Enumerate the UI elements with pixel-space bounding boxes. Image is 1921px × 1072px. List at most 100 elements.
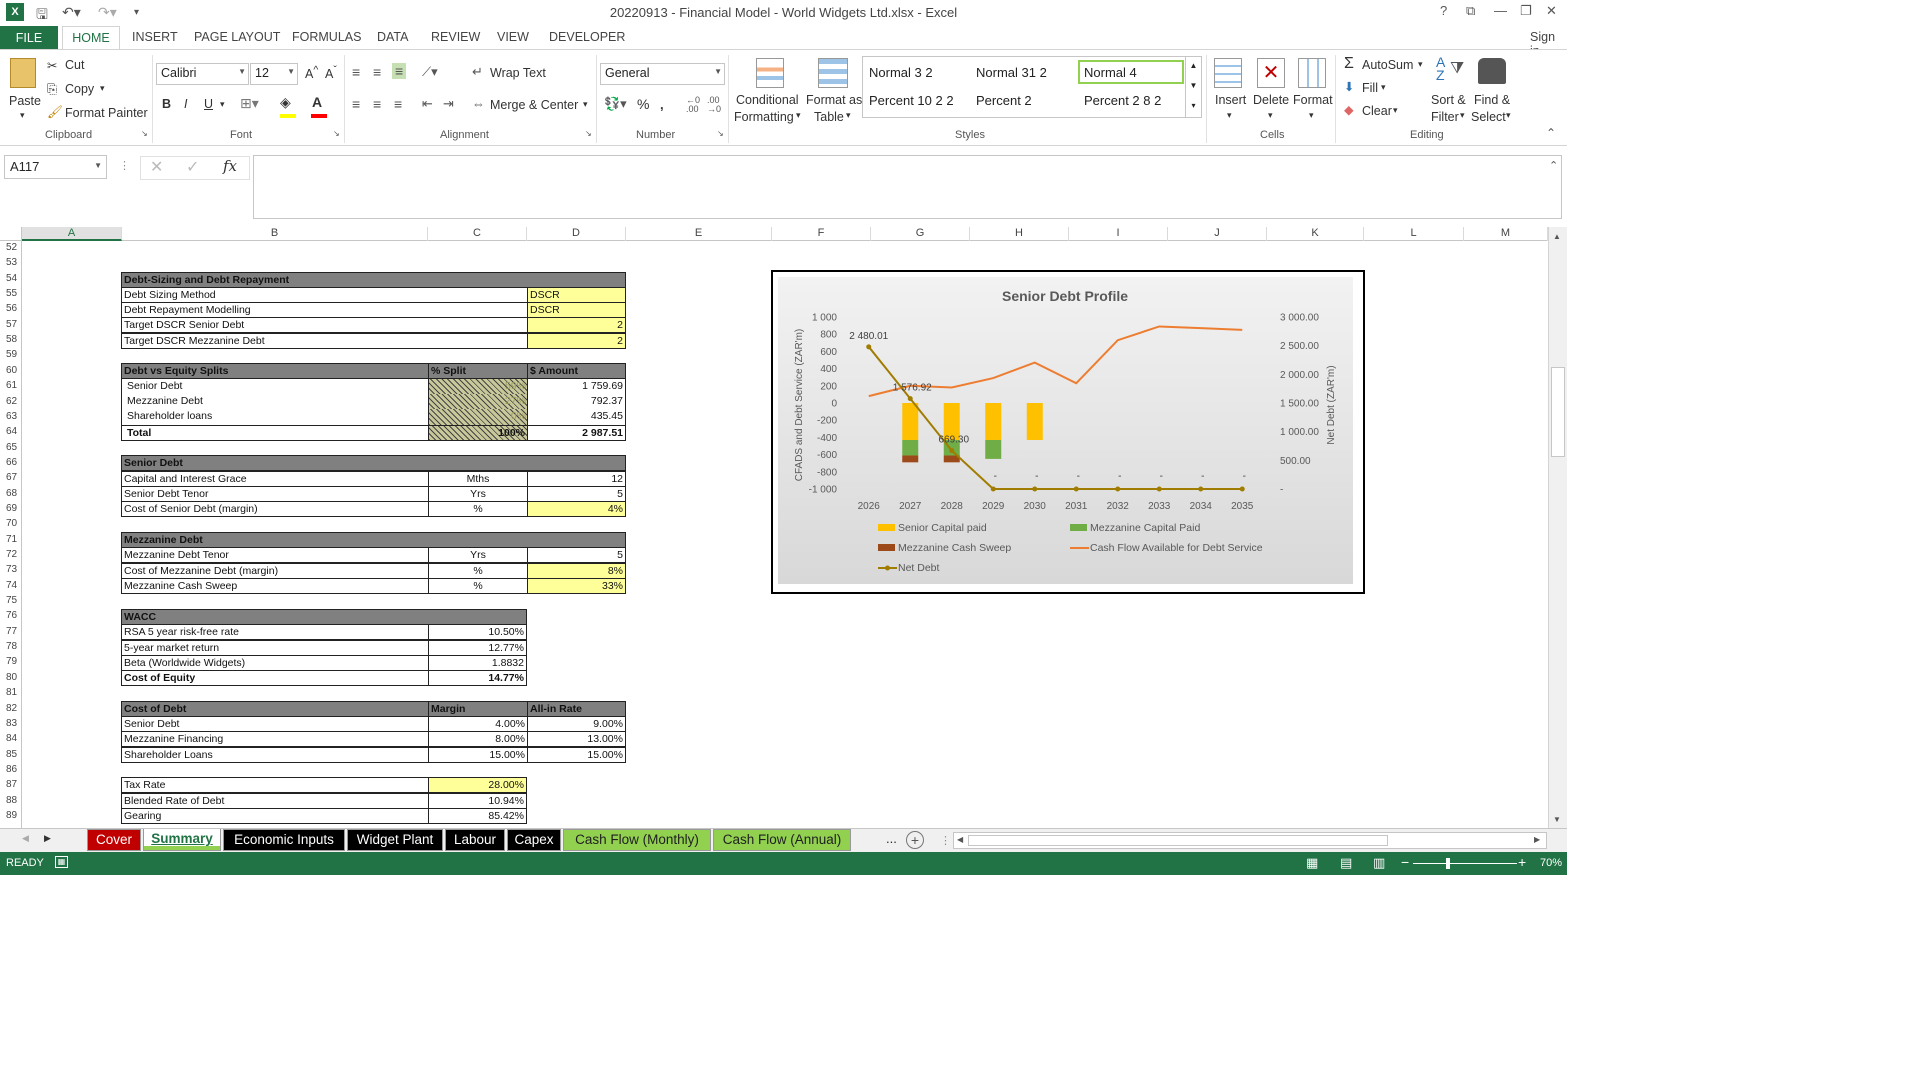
paste-icon[interactable] <box>10 58 36 88</box>
tab-review[interactable]: REVIEW <box>431 30 480 44</box>
col-header-m[interactable]: M <box>1464 227 1548 241</box>
accounting-format-icon[interactable]: 💱▾ <box>604 96 627 112</box>
row-header[interactable]: 70 <box>0 518 22 529</box>
row-header[interactable]: 73 <box>0 564 22 575</box>
vertical-scroll-thumb[interactable] <box>1551 367 1565 457</box>
row-header[interactable]: 71 <box>0 534 22 545</box>
tab-split-grip-icon[interactable]: ⋮ <box>940 834 951 847</box>
row-header[interactable]: 83 <box>0 718 22 729</box>
decrease-font-icon[interactable]: Aˇ <box>325 65 337 81</box>
debt-repayment-value[interactable]: DSCR <box>527 302 626 318</box>
market-return-label[interactable]: 5-year market return <box>121 640 429 656</box>
shareholder-loans-split-pct[interactable]: 0% <box>428 409 528 425</box>
collapse-formula-bar-icon[interactable]: ⌃ <box>1549 159 1558 172</box>
formula-input[interactable] <box>253 155 1562 219</box>
debt-sizing-label[interactable]: Debt Sizing Method <box>121 287 528 303</box>
name-box[interactable]: A117 ▼ <box>4 155 107 179</box>
row-header[interactable]: 88 <box>0 795 22 806</box>
comma-style-icon[interactable]: , <box>660 97 664 112</box>
conditional-formatting-icon[interactable] <box>756 58 784 88</box>
macro-record-icon[interactable]: ▦ <box>55 856 68 868</box>
zoom-out-button[interactable]: − <box>1401 854 1409 870</box>
conditional-formatting-dropdown-icon[interactable]: ▾ <box>796 110 801 121</box>
tab-developer[interactable]: DEVELOPER <box>549 30 625 44</box>
merge-center-icon[interactable]: ⇔ <box>472 96 485 111</box>
senior-debt-split-pct[interactable]: 59% <box>428 379 528 395</box>
normal-view-icon[interactable]: ▦ <box>1306 855 1318 871</box>
senior-tenor-unit[interactable]: Yrs <box>428 486 528 502</box>
underline-dropdown-icon[interactable]: ▾ <box>220 99 225 110</box>
splits-total-label[interactable]: Total <box>121 425 429 441</box>
senior-grace-unit[interactable]: Mths <box>428 471 528 487</box>
row-header[interactable]: 78 <box>0 641 22 652</box>
find-select-label-2[interactable]: Select <box>1471 110 1506 124</box>
tab-insert[interactable]: INSERT <box>132 30 178 44</box>
row-header[interactable]: 64 <box>0 426 22 437</box>
cod-mezz-label[interactable]: Mezzanine Financing <box>121 731 429 747</box>
sheet-scroll-left-icon[interactable]: ◀ <box>22 833 29 844</box>
align-center-icon[interactable]: ≡ <box>373 96 381 112</box>
senior-debt-split-amount[interactable]: 1 759.69 <box>527 379 626 395</box>
row-header[interactable]: 52 <box>0 242 22 253</box>
target-dscr-senior-label[interactable]: Target DSCR Senior Debt <box>121 317 528 333</box>
mezz-tenor-value[interactable]: 5 <box>527 547 626 563</box>
fill-icon[interactable]: ⬇ <box>1344 79 1354 94</box>
sheet-tab-economic-inputs[interactable]: Economic Inputs <box>223 829 345 851</box>
collapse-ribbon-icon[interactable]: ⌃ <box>1546 126 1556 140</box>
zoom-in-button[interactable]: + <box>1518 854 1526 870</box>
cost-of-equity-label[interactable]: Cost of Equity <box>121 670 429 686</box>
sort-filter-dropdown-icon[interactable]: ▾ <box>1460 110 1465 121</box>
sheet-tab-labour[interactable]: Labour <box>445 829 505 851</box>
delete-dropdown-icon[interactable]: ▾ <box>1268 110 1273 121</box>
mezz-debt-split-label[interactable]: Mezzanine Debt <box>121 394 429 410</box>
senior-cost-value[interactable]: 4% <box>527 501 626 517</box>
wrap-text-button[interactable]: Wrap Text <box>490 66 546 80</box>
col-header-f[interactable]: F <box>772 227 871 241</box>
borders-icon[interactable]: ⊞▾ <box>240 95 259 112</box>
row-header[interactable]: 54 <box>0 273 22 284</box>
merge-dropdown-icon[interactable]: ▾ <box>583 99 588 110</box>
senior-tenor-label[interactable]: Senior Debt Tenor <box>121 486 429 502</box>
increase-font-icon[interactable]: A^ <box>305 65 318 81</box>
insert-cells-icon[interactable] <box>1214 58 1242 88</box>
row-header[interactable]: 56 <box>0 303 22 314</box>
senior-debt-chart[interactable]: Senior Debt Profile CFADS and Debt Servic… <box>771 270 1365 594</box>
zoom-level[interactable]: 70% <box>1540 857 1562 869</box>
tab-data[interactable]: DATA <box>377 30 408 44</box>
row-header[interactable]: 74 <box>0 580 22 591</box>
target-dscr-senior-value[interactable]: 2 <box>527 317 626 333</box>
zoom-slider-track[interactable] <box>1413 863 1517 864</box>
scroll-down-icon[interactable]: ▼ <box>1553 815 1561 824</box>
page-break-view-icon[interactable]: ▥ <box>1373 855 1385 871</box>
mezz-debt-split-amount[interactable]: 792.37 <box>527 394 626 410</box>
font-size-combo[interactable]: 12 ▼ <box>250 63 298 85</box>
sort-filter-icon[interactable]: AZ <box>1436 55 1445 82</box>
col-header-d[interactable]: D <box>527 227 626 241</box>
col-header-l[interactable]: L <box>1364 227 1464 241</box>
cancel-formula-icon[interactable]: ✕ <box>150 157 163 177</box>
row-header[interactable]: 60 <box>0 365 22 376</box>
blended-rate-label[interactable]: Blended Rate of Debt <box>121 793 429 809</box>
conditional-formatting-label-1[interactable]: Conditional <box>736 93 799 107</box>
risk-free-label[interactable]: RSA 5 year risk-free rate <box>121 624 429 640</box>
conditional-formatting-label-2[interactable]: Formatting <box>734 110 794 124</box>
row-header[interactable]: 66 <box>0 457 22 468</box>
restore-icon[interactable]: ❐ <box>1520 3 1532 19</box>
col-header-a[interactable]: A <box>22 227 122 241</box>
risk-free-value[interactable]: 10.50% <box>428 624 527 640</box>
select-all-corner[interactable] <box>0 227 22 241</box>
name-box-dropdown-icon[interactable]: ▼ <box>94 161 102 170</box>
alignment-launcher-icon[interactable]: ↘ <box>585 129 592 138</box>
style-percent-2-8-2[interactable]: Percent 2 8 2 <box>1084 93 1161 108</box>
copy-dropdown-icon[interactable]: ▾ <box>100 83 105 94</box>
cod-shareholder-allin[interactable]: 15.00% <box>527 747 626 763</box>
paste-button[interactable]: Paste <box>9 94 41 108</box>
autosum-dropdown-icon[interactable]: ▾ <box>1418 59 1423 70</box>
scroll-up-icon[interactable]: ▲ <box>1553 232 1561 241</box>
row-header[interactable]: 75 <box>0 595 22 606</box>
cost-of-equity-value[interactable]: 14.77% <box>428 670 527 686</box>
new-sheet-icon[interactable]: + <box>906 831 924 849</box>
style-percent-2[interactable]: Percent 2 <box>976 93 1032 108</box>
mezz-tenor-unit[interactable]: Yrs <box>428 547 528 563</box>
clear-button[interactable]: Clear <box>1362 104 1392 118</box>
